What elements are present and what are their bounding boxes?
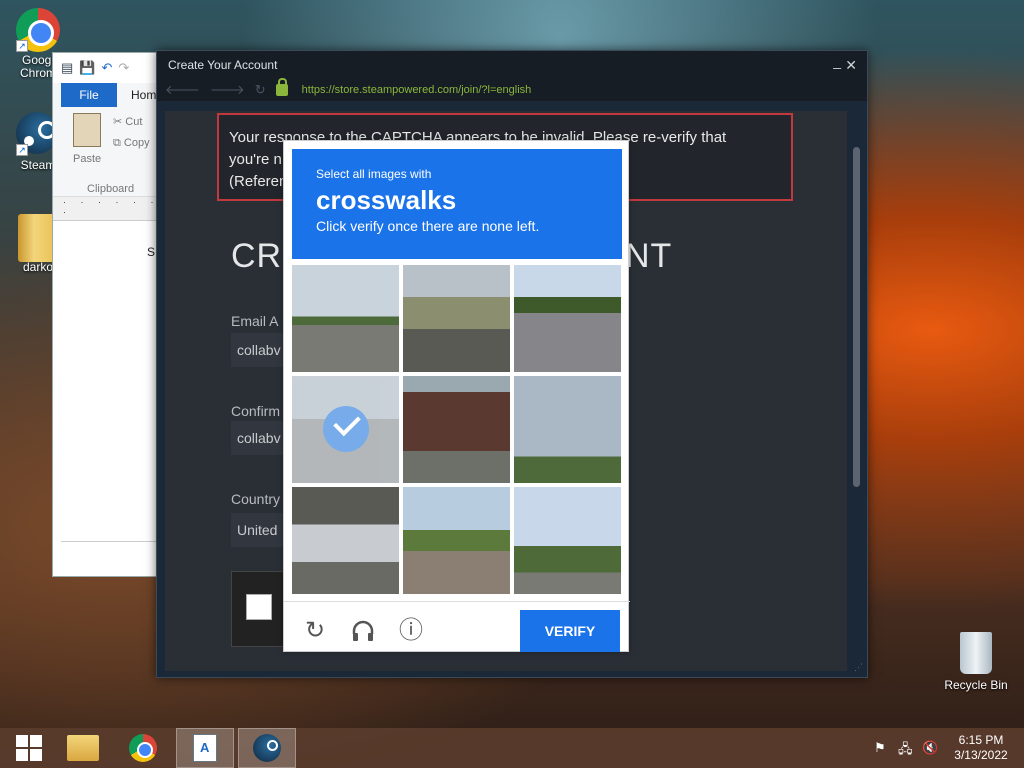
nav-bar: 🡐 🡒 ↻ https://store.steampowered.com/joi… [157,78,867,101]
recycle-bin-label: Recycle Bin [944,678,1008,692]
info-icon[interactable]: ⓘ [398,618,424,644]
reload-icon[interactable]: ↻ [255,82,266,98]
recaptcha-checkbox[interactable] [246,594,272,620]
wordpad-window[interactable]: ▤ 💾 ↶ ↷ File Home Paste ✂ Cut ⧉ Copy Cli… [52,52,172,577]
ruler[interactable]: · · · · · · · [53,197,171,221]
chrome-icon [129,734,157,762]
recaptcha-challenge: Select all images with crosswalks Click … [283,140,630,653]
clipboard-group-label: Clipboard [87,183,135,195]
image-tile-4-selected[interactable] [292,376,399,483]
system-clock[interactable]: 6:15 PM 3/13/2022 [944,733,1018,763]
start-button[interactable] [0,728,58,768]
wordpad-quick-access: ▤ 💾 ↶ ↷ [53,53,171,83]
email-label: Email A [231,313,279,329]
scissors-icon: ✂ [113,116,123,128]
wordpad-app-icon: ▤ [61,60,74,75]
resize-grip-icon[interactable]: ⋰ [854,662,863,673]
page-title: CR [231,237,283,275]
copy-icon: ⧉ [113,137,121,149]
image-tile-8[interactable] [403,487,510,594]
url-text[interactable]: https://store.steampowered.com/join/?l=e… [302,84,532,96]
title-bar[interactable]: Create Your Account _ ✕ [157,51,867,79]
image-tile-9[interactable] [514,487,621,594]
back-arrow-icon[interactable]: 🡐 [165,82,200,98]
target-object: crosswalks [316,185,457,215]
headphones-icon[interactable] [350,618,376,644]
image-grid [292,265,622,595]
minimize-button[interactable]: _ [833,47,841,75]
redo-icon[interactable]: ↷ [118,60,129,76]
forward-arrow-icon[interactable]: 🡒 [210,82,245,98]
scrollbar[interactable] [851,111,861,671]
taskbar-wordpad[interactable] [176,728,234,768]
instruction-subtext: Click verify once there are none left. [316,218,540,234]
folder-icon [67,735,99,761]
clock-time: 6:15 PM [958,733,1004,747]
confirm-email-label: Confirm [231,403,281,419]
taskbar-file-explorer[interactable] [54,728,112,768]
network-icon[interactable]: 🖧 [898,740,913,762]
volume-muted-icon[interactable]: 🔇 [922,740,938,756]
image-tile-6[interactable] [514,376,621,483]
chrome-icon: ↗ [16,8,60,52]
copy-button[interactable]: ⧉ Copy [113,137,150,150]
close-button[interactable]: ✕ [845,51,857,79]
cut-button[interactable]: ✂ Cut [113,115,142,128]
paste-icon[interactable] [73,113,101,147]
divider [61,541,171,542]
image-tile-1[interactable] [292,265,399,372]
image-tile-3[interactable] [514,265,621,372]
paste-button[interactable]: Paste [73,153,101,165]
lock-icon [275,78,288,96]
image-tile-5[interactable] [403,376,510,483]
action-center-flag-icon[interactable]: ⚑ [874,740,886,756]
window-title: Create Your Account [168,58,278,72]
recaptcha-footer: ↻ ⓘ VERIFY [284,601,630,653]
image-tile-2[interactable] [403,265,510,372]
tab-file[interactable]: File [61,83,117,107]
windows-icon [16,735,42,761]
desktop-icon-recycle-bin[interactable]: Recycle Bin [940,632,1012,692]
verify-button[interactable]: VERIFY [520,610,620,652]
taskbar-steam[interactable] [238,728,296,768]
taskbar: ⚑ 🖧 🔇 6:15 PM 3/13/2022 [0,728,1024,768]
taskbar-chrome[interactable] [114,728,172,768]
recycle-bin-icon [960,632,992,674]
document-text[interactable]: S [147,245,155,259]
clock-date: 3/13/2022 [954,748,1008,762]
country-label: Country [231,491,281,507]
steam-icon [253,734,281,762]
wordpad-icon [193,734,217,762]
reload-icon[interactable]: ↻ [302,618,328,644]
save-icon[interactable]: 💾 [79,60,95,76]
page-title-end: NT [625,237,673,275]
wordpad-tabs: File Home [53,83,171,107]
image-tile-7[interactable] [292,487,399,594]
undo-icon[interactable]: ↶ [101,60,112,76]
instruction-text: Select all images with [316,167,432,181]
scrollbar-thumb[interactable] [853,147,860,487]
checkmark-icon [323,406,369,452]
wordpad-ribbon: Paste ✂ Cut ⧉ Copy Clipboard [53,107,171,197]
recaptcha-header: Select all images with crosswalks Click … [292,149,622,259]
